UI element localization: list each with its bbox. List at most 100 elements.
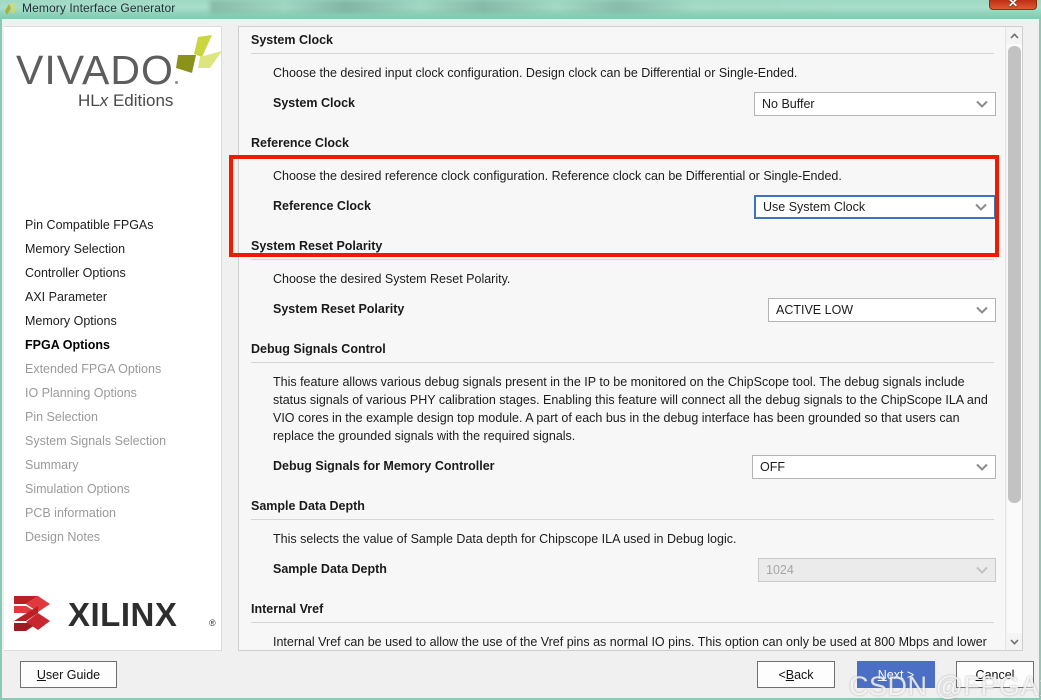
button-label: ancel (984, 667, 1015, 682)
scroll-up-button[interactable] (1006, 27, 1023, 44)
section-debug-signals-control: Debug Signals Control This feature allow… (239, 334, 1006, 491)
field-label: Sample Data Depth (273, 562, 387, 576)
user-guide-button[interactable]: User Guide (20, 661, 117, 688)
back-button[interactable]: < Back (757, 661, 835, 688)
section-body: Choose the desired reference clock confi… (249, 157, 996, 231)
section-description: Choose the desired System Reset Polarity… (273, 272, 511, 286)
sample-data-depth-dropdown: 1024 (758, 558, 996, 582)
system-clock-dropdown[interactable]: No Buffer (754, 92, 996, 116)
dialog-footer: User Guide < Back Next > Cancel (4, 659, 1037, 698)
next-button[interactable]: Next > (857, 661, 935, 688)
xilinx-wordmark: XILINX (68, 596, 178, 633)
section-description: Choose the desired input clock configura… (273, 66, 798, 80)
section-title: Internal Vref (251, 602, 324, 616)
section-body: Internal Vref can be used to allow the u… (249, 623, 996, 650)
sidebar-item-memory-options[interactable]: Memory Options (4, 309, 222, 333)
section-body: This feature allows various debug signal… (249, 363, 996, 491)
scroll-down-button[interactable] (1006, 633, 1023, 650)
wizard-step-list: Pin Compatible FPGAs Memory Selection Co… (4, 213, 222, 549)
vertical-scrollbar[interactable] (1005, 27, 1022, 650)
sidebar-item-summary: Summary (25, 458, 79, 472)
sidebar-item-fpga-options[interactable]: FPGA Options (4, 333, 222, 357)
chevron-down-icon (969, 306, 995, 314)
system-reset-polarity-dropdown[interactable]: ACTIVE LOW (768, 298, 996, 322)
chevron-down-icon (969, 566, 995, 574)
field-row-reference-clock: Reference Clock Use System Clock (273, 195, 996, 221)
sidebar-item-memory-selection[interactable]: Memory Selection (4, 237, 222, 261)
sidebar-item-controller-options[interactable]: Controller Options (4, 261, 222, 285)
edition-italic: x (99, 91, 109, 110)
field-row-system-clock: System Clock No Buffer (273, 92, 996, 118)
vivado-wordmark: VIVADO (16, 47, 174, 93)
dropdown-value: No Buffer (762, 97, 815, 111)
field-label: System Reset Polarity (273, 302, 405, 316)
debug-signals-dropdown[interactable]: OFF (752, 455, 996, 479)
sidebar: VIVADO HLx Editions Pin Compatible FPGAs… (4, 26, 222, 651)
cancel-button[interactable]: Cancel (956, 661, 1034, 688)
button-label: ser Guide (45, 667, 101, 682)
vivado-pinwheel-icon (176, 35, 222, 73)
dropdown-value: 1024 (766, 563, 794, 577)
close-button[interactable]: ✕ (989, 0, 1037, 10)
field-row-sample-data-depth: Sample Data Depth 1024 (273, 558, 996, 584)
section-body: Choose the desired input clock configura… (249, 54, 996, 128)
dropdown-value: ACTIVE LOW (776, 303, 854, 317)
field-row-debug-signals: Debug Signals for Memory Controller OFF (273, 455, 996, 481)
sidebar-item-system-signals-selection: System Signals Selection (25, 434, 167, 448)
dropdown-value: Use System Clock (763, 200, 866, 214)
section-body: This selects the value of Sample Data de… (249, 520, 996, 594)
sidebar-item-extended-fpga-options: Extended FPGA Options (25, 362, 162, 376)
section-reference-clock: Reference Clock Choose the desired refer… (239, 128, 1006, 231)
sidebar-item-axi-parameter[interactable]: AXI Parameter (4, 285, 222, 309)
chevron-down-icon (969, 463, 995, 471)
mnemonic-letter: C (975, 667, 985, 682)
window-titlebar: Memory Interface Generator ✕ (0, 0, 1041, 19)
vivado-app-icon (5, 3, 17, 15)
close-icon: ✕ (1007, 0, 1019, 10)
section-title: Sample Data Depth (251, 499, 365, 513)
mnemonic-letter: N (877, 667, 887, 682)
section-body: Choose the desired System Reset Polarity… (249, 260, 996, 334)
section-description: This feature allows various debug signal… (273, 375, 988, 443)
field-label: Debug Signals for Memory Controller (273, 459, 495, 473)
section-title: System Clock (251, 33, 333, 47)
xilinx-mark-icon (14, 596, 50, 631)
section-system-clock: System Clock Choose the desired input cl… (239, 27, 1006, 128)
button-prefix: < (778, 667, 786, 682)
vivado-logo: VIVADO HLx Editions (12, 35, 222, 123)
chevron-down-icon (968, 203, 994, 211)
titlebar-blurred-backdrop (210, 0, 830, 13)
section-title: System Reset Polarity (251, 239, 383, 253)
sidebar-item-pin-selection: Pin Selection (25, 410, 98, 424)
reference-clock-dropdown[interactable]: Use System Clock (754, 195, 996, 219)
sidebar-item-pcb-information: PCB information (25, 506, 117, 520)
sidebar-item-pin-compatible-fpgas[interactable]: Pin Compatible FPGAs (4, 213, 222, 237)
section-internal-vref: Internal Vref Internal Vref can be used … (239, 594, 1006, 650)
xilinx-registered-mark: ® (209, 618, 216, 628)
window-title: Memory Interface Generator (22, 1, 176, 15)
options-scroll-viewport: System Clock Choose the desired input cl… (239, 27, 1006, 650)
section-system-reset-polarity: System Reset Polarity Choose the desired… (239, 231, 1006, 334)
section-description: Choose the desired reference clock confi… (273, 169, 842, 183)
edition-suffix: Editions (108, 91, 174, 110)
chevron-down-icon (969, 100, 995, 108)
field-row-system-reset-polarity: System Reset Polarity ACTIVE LOW (273, 298, 996, 324)
sidebar-item-simulation-options: Simulation Options (25, 482, 130, 496)
edition-prefix: HL (78, 91, 100, 110)
section-sample-data-depth: Sample Data Depth This selects the value… (239, 491, 1006, 594)
section-title: Reference Clock (251, 136, 349, 150)
section-description: This selects the value of Sample Data de… (273, 532, 737, 546)
mig-wizard-window: Memory Interface Generator ✕ VIVADO HLx … (0, 0, 1041, 700)
dropdown-value: OFF (760, 460, 785, 474)
scrollbar-thumb[interactable] (1008, 46, 1021, 503)
vivado-edition-label: HLx Editions (78, 91, 173, 111)
section-description: Internal Vref can be used to allow the u… (273, 635, 987, 649)
mnemonic-letter: B (785, 667, 795, 682)
options-scroll-content: System Clock Choose the desired input cl… (239, 27, 1006, 650)
field-label: Reference Clock (273, 199, 371, 213)
button-label: ext > (886, 667, 915, 682)
chevron-up-icon (1010, 32, 1019, 39)
section-title: Debug Signals Control (251, 342, 386, 356)
mnemonic-letter: U (36, 667, 46, 682)
sidebar-item-design-notes: Design Notes (25, 530, 101, 544)
